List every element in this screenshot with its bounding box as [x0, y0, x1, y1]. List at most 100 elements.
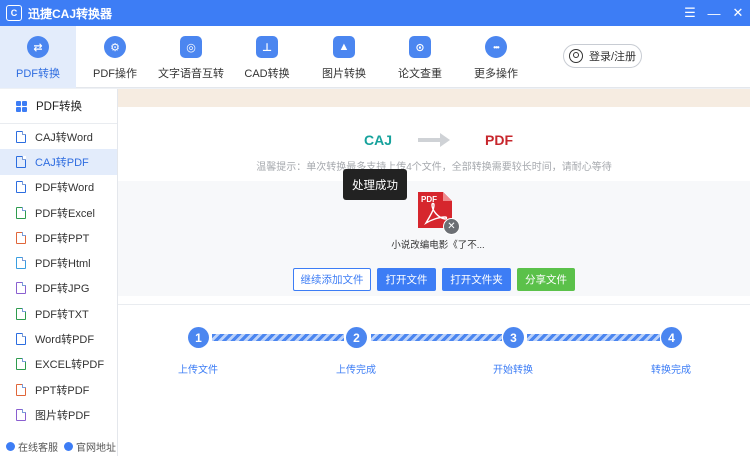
file-type-icon	[16, 333, 26, 346]
user-icon	[568, 49, 583, 63]
tab-label: 图片转换	[322, 68, 366, 80]
title-bar: C 迅捷CAJ转换器 ☰ — ✕	[0, 0, 750, 26]
sidebar-item-label: PDF转TXT	[35, 308, 89, 321]
progress-steps: 1 2 3 4 上传文件 上传完成 开始转换 转换完成	[118, 304, 750, 456]
file-type-icon	[16, 206, 26, 219]
file-type-icon	[16, 408, 26, 421]
arrow-right-icon	[418, 133, 450, 147]
sidebar-item-label: PPT转PDF	[35, 384, 90, 397]
close-icon[interactable]: ✕	[726, 0, 750, 26]
image-icon: ▲	[333, 36, 355, 58]
tab-paper-check[interactable]: ⊙ 论文查重	[390, 26, 450, 88]
open-file-button[interactable]: 打开文件	[377, 268, 436, 291]
success-toast: 处理成功	[343, 169, 407, 200]
step-connector	[527, 334, 660, 341]
tab-label: PDF操作	[93, 68, 137, 80]
file-type-icon	[16, 181, 26, 194]
grid-icon	[16, 100, 27, 112]
sidebar-item[interactable]: PDF转JPG	[0, 276, 117, 301]
sidebar-item-label: PDF转Word	[35, 182, 95, 195]
step-2-circle: 2	[346, 327, 367, 348]
tab-text-voice[interactable]: ◎ 文字语音互转	[158, 26, 224, 88]
hint-text: 温馨提示：单次转换最多支持上传4个文件，全部转换需要较长时间，请耐心等待	[256, 162, 612, 173]
sidebar-item-label: PDF转JPG	[35, 283, 90, 296]
sidebar-item[interactable]: PDF转Excel	[0, 200, 117, 225]
website-label: 官网地址	[76, 442, 116, 454]
step-3-circle: 3	[503, 327, 524, 348]
step-4-label: 转换完成	[651, 365, 691, 376]
tab-pdf-convert[interactable]: ⇄ PDF转换	[0, 26, 76, 88]
tab-label: 论文查重	[398, 68, 442, 80]
app-title: 迅捷CAJ转换器	[28, 6, 113, 21]
sidebar-item[interactable]: CAJ转PDF	[0, 149, 117, 175]
search-doc-icon: ⊙	[409, 36, 431, 58]
source-format: CAJ	[364, 132, 393, 148]
tab-label: CAD转换	[244, 68, 290, 80]
sidebar-item-label: EXCEL转PDF	[35, 359, 105, 372]
sidebar-footer: 在线客服 官网地址	[0, 436, 117, 456]
sidebar-item[interactable]: PDF转Word	[0, 175, 117, 200]
sidebar-item[interactable]: PDF转PPT	[0, 225, 117, 250]
more-icon: •••	[485, 36, 507, 58]
sidebar-item[interactable]: PDF转Html	[0, 250, 117, 275]
file-type-icon	[16, 383, 26, 396]
tab-cad-convert[interactable]: ⊥ CAD转换	[236, 26, 298, 88]
globe-icon	[64, 441, 73, 451]
sidebar-item-label: CAJ转Word	[35, 131, 93, 144]
sidebar-header-label: PDF转换	[36, 101, 82, 113]
add-more-files-button[interactable]: 继续添加文件	[293, 268, 371, 291]
sidebar-item[interactable]: PDF转TXT	[0, 301, 117, 326]
file-type-icon	[16, 130, 26, 143]
step-3-label: 开始转换	[493, 365, 533, 376]
gear-icon: ⚙	[104, 36, 126, 58]
sidebar: PDF转换 CAJ转Word CAJ转PDF PDF转Word PDF转Excel PD…	[0, 89, 118, 456]
step-1-circle: 1	[188, 327, 209, 348]
tab-image-convert[interactable]: ▲ 图片转换	[314, 26, 374, 88]
sidebar-item-label: PDF转Html	[35, 258, 91, 271]
step-2-label: 上传完成	[336, 365, 376, 376]
cad-icon: ⊥	[256, 36, 278, 58]
tab-label: PDF转换	[16, 68, 60, 80]
file-type-icon	[16, 155, 26, 168]
share-file-button[interactable]: 分享文件	[517, 268, 575, 291]
login-button[interactable]: 登录/注册	[563, 44, 642, 68]
remove-file-icon[interactable]: ✕	[443, 218, 460, 235]
file-type-icon	[16, 282, 26, 295]
step-connector	[212, 334, 344, 341]
menu-icon[interactable]: ☰	[678, 0, 702, 26]
file-name: 小说改编电影《了不...	[391, 240, 485, 251]
voice-icon: ◎	[180, 36, 202, 58]
sidebar-item[interactable]: EXCEL转PDF	[0, 352, 117, 377]
minimize-icon[interactable]: —	[702, 0, 726, 26]
step-1-label: 上传文件	[178, 365, 218, 376]
sidebar-item-label: CAJ转PDF	[35, 156, 89, 169]
sidebar-header: PDF转换	[0, 89, 117, 124]
sidebar-item[interactable]: PPT转PDF	[0, 377, 117, 402]
tab-more[interactable]: ••• 更多操作	[466, 26, 526, 88]
file-type-icon	[16, 231, 26, 244]
website-link[interactable]: 官网地址	[64, 439, 116, 454]
swap-icon: ⇄	[27, 36, 49, 58]
sidebar-item-label: PDF转Excel	[35, 207, 95, 220]
top-banner	[118, 89, 750, 107]
file-type-icon	[16, 307, 26, 320]
tab-label: 更多操作	[474, 68, 518, 80]
file-type-icon	[16, 358, 26, 371]
tab-label: 文字语音互转	[158, 68, 224, 80]
sidebar-item-label: PDF转PPT	[35, 232, 90, 245]
headset-icon	[6, 441, 15, 451]
sidebar-item-label: 图片转PDF	[35, 409, 90, 422]
step-connector	[371, 334, 502, 341]
pdf-file-badge: PDF	[421, 195, 437, 204]
sidebar-list: CAJ转Word CAJ转PDF PDF转Word PDF转Excel PDF转PPT P…	[0, 124, 117, 428]
open-folder-button[interactable]: 打开文件夹	[442, 268, 511, 291]
sidebar-item[interactable]: Word转PDF	[0, 326, 117, 351]
target-format: PDF	[485, 132, 513, 148]
tab-pdf-operations[interactable]: ⚙ PDF操作	[80, 26, 150, 88]
sidebar-item-label: Word转PDF	[35, 334, 95, 347]
sidebar-item[interactable]: CAJ转Word	[0, 124, 117, 149]
sidebar-item[interactable]: 图片转PDF	[0, 402, 117, 427]
login-label: 登录/注册	[588, 51, 637, 63]
online-service-link[interactable]: 在线客服	[6, 439, 58, 454]
file-type-icon	[16, 257, 26, 270]
